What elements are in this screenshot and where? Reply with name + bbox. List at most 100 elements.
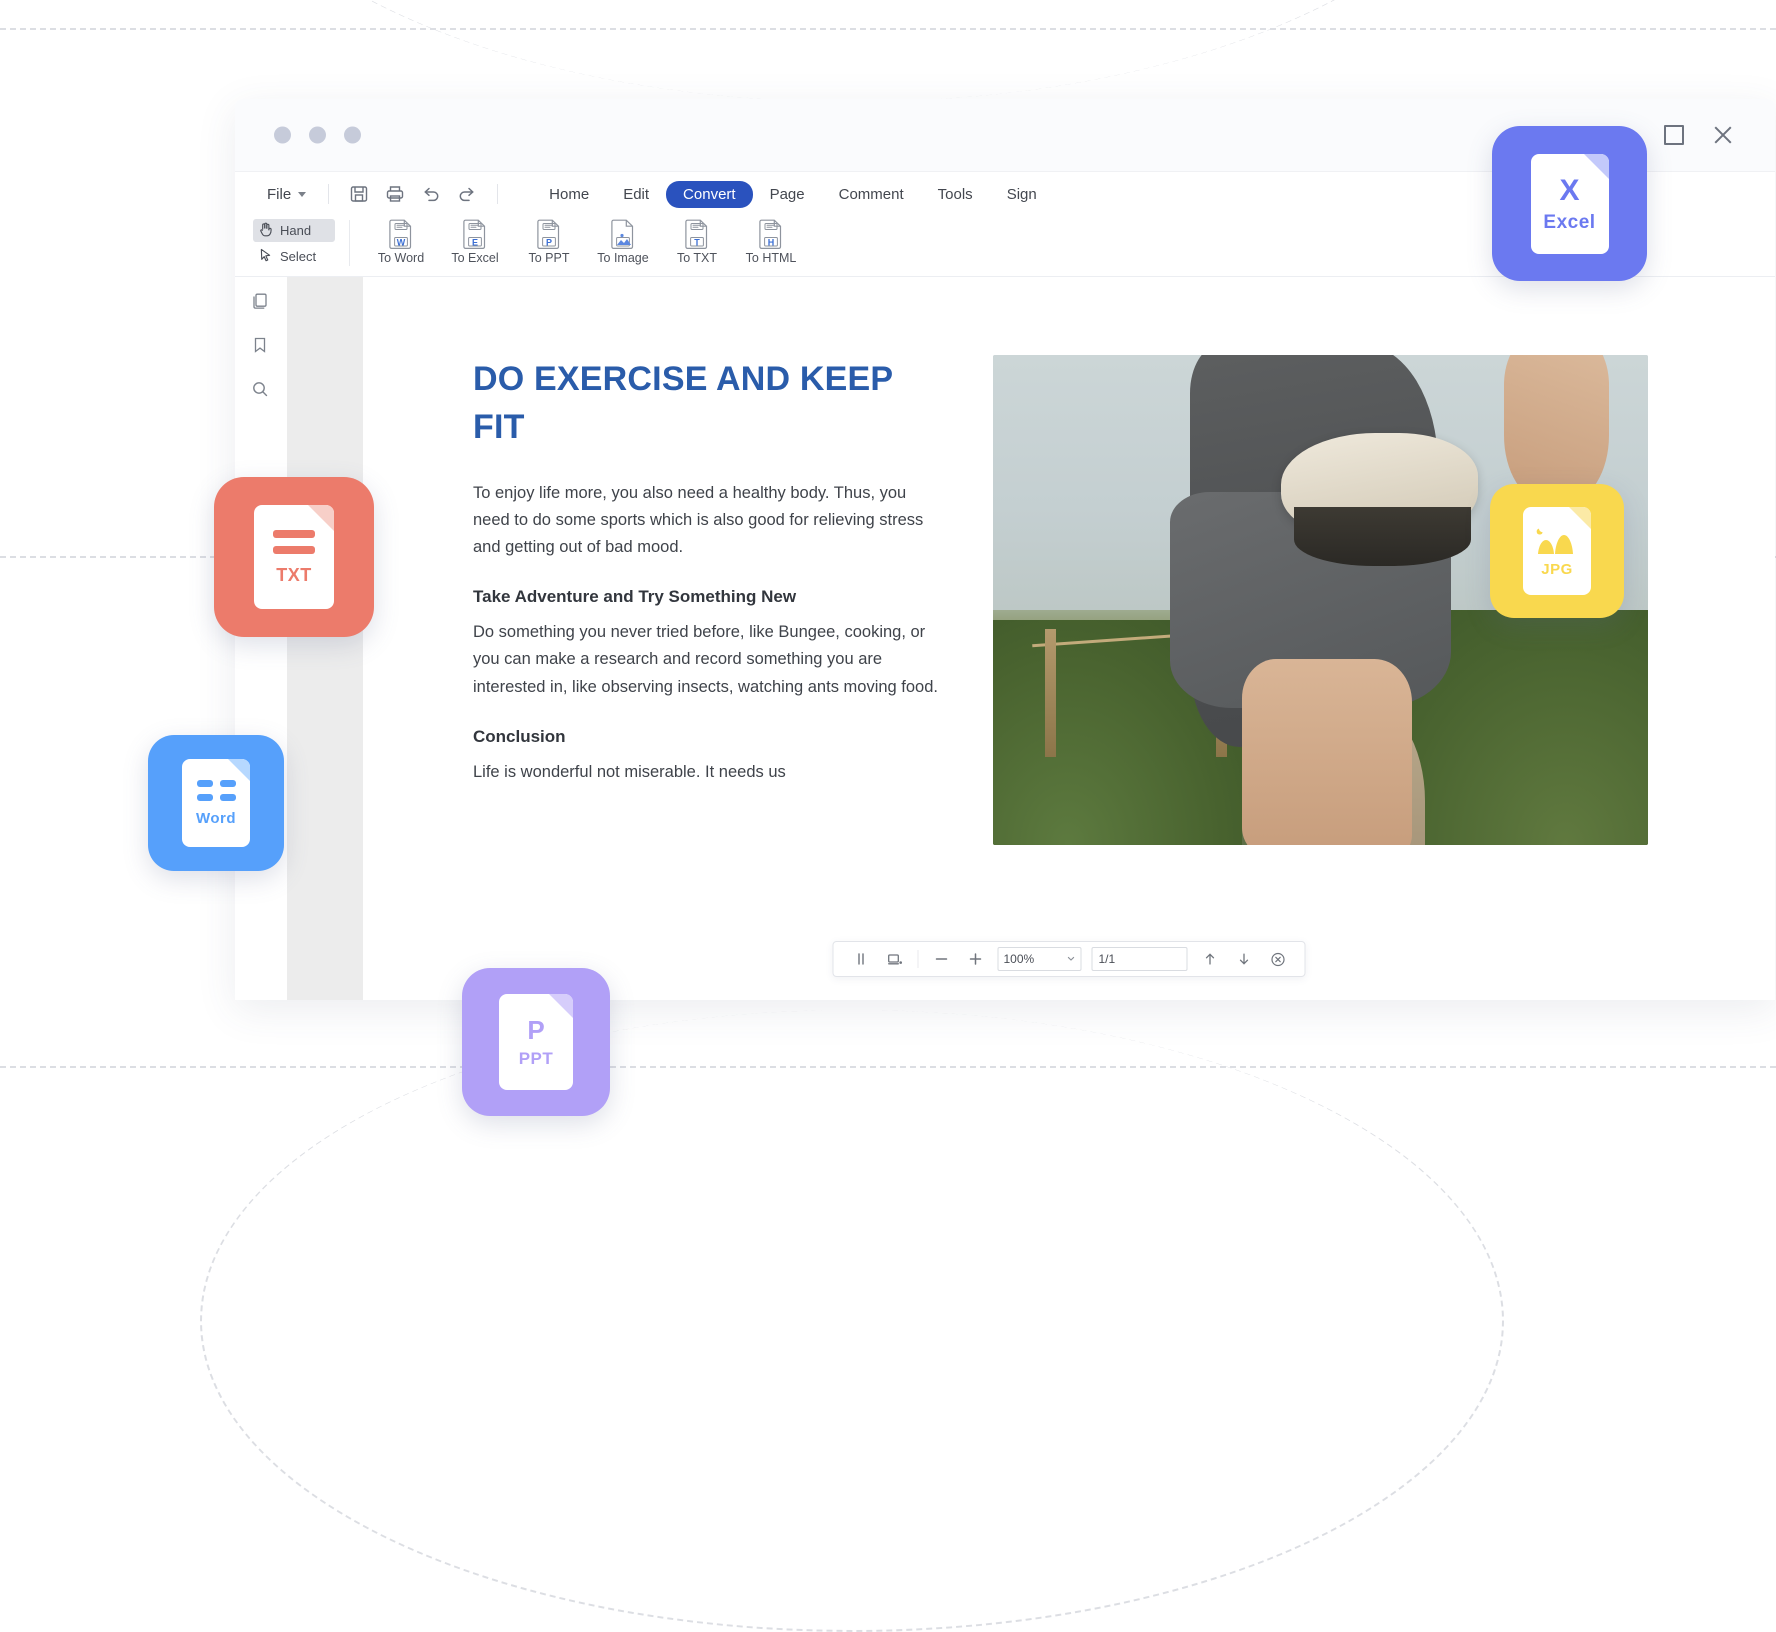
hand-icon — [258, 221, 273, 240]
svg-text:P: P — [546, 238, 552, 248]
chevron-down-icon — [1067, 952, 1076, 966]
badge-page-fold — [308, 505, 334, 531]
document-subheading: Conclusion — [473, 726, 566, 746]
badge-document-shape: X Excel — [1530, 153, 1609, 254]
tab-home[interactable]: Home — [532, 181, 606, 208]
format-badge-txt: TXT — [214, 477, 374, 637]
ribbon-tabs: Home Edit Convert Page Comment Tools Sign — [532, 180, 1054, 208]
select-tool-button[interactable]: Select — [253, 245, 335, 268]
page-number-value: 1/1 — [1098, 952, 1116, 966]
redo-icon[interactable] — [456, 183, 478, 205]
badge-page-fold — [549, 994, 573, 1018]
undo-icon[interactable] — [420, 183, 442, 205]
convert-button-label: To PPT — [528, 251, 570, 265]
badge-line — [219, 794, 236, 801]
svg-text:T: T — [694, 238, 700, 248]
guide-arc-top — [200, 0, 1504, 102]
document-paragraph: Do something you never tried before, lik… — [473, 623, 938, 696]
bookmark-icon[interactable] — [250, 335, 272, 357]
tab-convert[interactable]: Convert — [666, 180, 753, 208]
convert-button-to-ppt[interactable]: P To PPT — [512, 218, 586, 265]
guide-line-top — [0, 28, 1776, 30]
hand-tool-button[interactable]: Hand — [253, 219, 335, 242]
badge-label: JPG — [1541, 561, 1573, 578]
convert-button-to-excel[interactable]: E To Excel — [438, 218, 512, 265]
file-menu-button[interactable]: File — [257, 186, 316, 203]
badge-document-shape: JPG — [1523, 507, 1591, 595]
convert-button-to-html[interactable]: H To HTML — [734, 218, 808, 265]
viewer-status-bar: 100% 1/1 — [832, 941, 1306, 977]
thumbnail-panel[interactable] — [287, 277, 363, 1000]
document-viewer[interactable]: DO EXERCISE AND KEEP FIT To enjoy life m… — [363, 277, 1775, 1000]
convert-button-label: To TXT — [676, 251, 718, 265]
svg-text:E: E — [472, 238, 478, 248]
window-dot — [344, 126, 361, 144]
cursor-arrow-icon — [258, 247, 273, 266]
convert-button-label: To Excel — [451, 251, 499, 265]
badge-letter: X — [1559, 173, 1580, 207]
pointer-mode-group: Hand Select — [253, 216, 335, 268]
svg-text:W: W — [397, 238, 406, 248]
left-rail — [235, 277, 287, 1000]
badge-label: Excel — [1543, 211, 1596, 233]
arrow-up-icon[interactable] — [1198, 948, 1222, 970]
split-view-icon[interactable] — [849, 948, 873, 970]
badge-picture-icon — [1536, 528, 1573, 554]
file-ppt-icon: P — [536, 218, 562, 249]
arrow-down-icon[interactable] — [1232, 948, 1256, 970]
zoom-out-button[interactable] — [930, 948, 954, 970]
format-badge-ppt: P PPT — [462, 968, 610, 1116]
pages-thumbnail-icon[interactable] — [250, 291, 272, 313]
svg-text:H: H — [768, 238, 775, 248]
badge-line — [273, 546, 315, 554]
chevron-down-icon — [298, 191, 307, 197]
divider — [497, 184, 499, 204]
save-icon[interactable] — [348, 183, 370, 205]
file-word-icon: W — [388, 218, 414, 249]
page-number-input[interactable]: 1/1 — [1091, 947, 1188, 971]
tab-page[interactable]: Page — [753, 181, 822, 208]
close-circle-icon[interactable] — [1266, 948, 1290, 970]
workspace: DO EXERCISE AND KEEP FIT To enjoy life m… — [235, 277, 1775, 1000]
file-txt-icon: T — [684, 218, 710, 249]
badge-document-shape: Word — [182, 759, 250, 847]
page-title: DO EXERCISE AND KEEP FIT — [473, 360, 893, 447]
tab-sign[interactable]: Sign — [990, 181, 1054, 208]
badge-letter: P — [527, 1015, 545, 1045]
print-icon[interactable] — [384, 183, 406, 205]
badge-page-fold — [1569, 507, 1591, 529]
badge-line — [219, 780, 236, 787]
convert-button-to-word[interactable]: W To Word — [364, 218, 438, 265]
badge-page-fold — [228, 759, 250, 781]
document-subheading: Take Adventure and Try Something New — [473, 587, 797, 607]
badge-label: PPT — [518, 1049, 554, 1068]
tab-comment[interactable]: Comment — [822, 181, 921, 208]
maximize-button[interactable] — [1663, 124, 1685, 146]
convert-button-label: To HTML — [745, 251, 797, 265]
badge-label: TXT — [276, 565, 312, 585]
file-image-icon — [610, 218, 636, 249]
divider — [328, 184, 330, 204]
tab-edit[interactable]: Edit — [606, 181, 666, 208]
file-menu-label: File — [267, 185, 292, 203]
badge-document-shape: TXT — [254, 505, 334, 609]
convert-button-label: To Word — [377, 251, 425, 265]
zoom-level-select[interactable]: 100% — [997, 947, 1082, 971]
convert-button-to-image[interactable]: To Image — [586, 218, 660, 265]
search-icon[interactable] — [250, 379, 272, 401]
document-paragraph: Life is wonderful not miserable. It need… — [473, 762, 786, 781]
guide-line-bottom — [0, 1066, 1776, 1068]
badge-page-fold — [1583, 153, 1609, 179]
page-layout-icon[interactable] — [883, 948, 907, 970]
file-excel-icon: E — [462, 218, 488, 249]
convert-button-to-txt[interactable]: T To TXT — [660, 218, 734, 265]
badge-line — [196, 780, 213, 787]
badge-document-shape: P PPT — [499, 994, 573, 1090]
file-html-icon: H — [758, 218, 784, 249]
zoom-in-button[interactable] — [964, 948, 988, 970]
hand-tool-label: Hand — [280, 223, 312, 238]
format-badge-jpg: JPG — [1490, 484, 1624, 618]
close-button[interactable] — [1713, 124, 1735, 146]
tab-tools[interactable]: Tools — [921, 181, 990, 208]
select-tool-label: Select — [280, 249, 317, 264]
